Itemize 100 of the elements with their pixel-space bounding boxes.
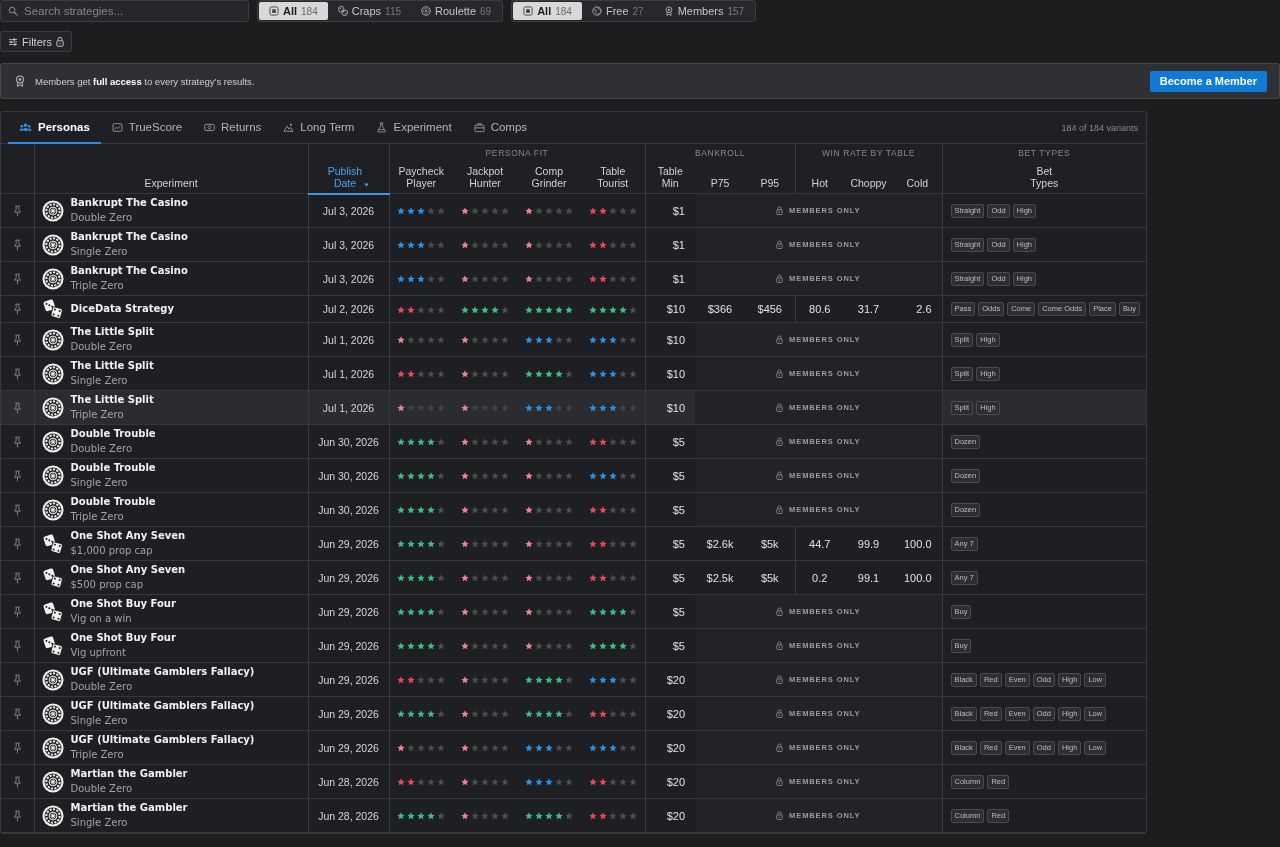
search-field[interactable]: Search strategies... xyxy=(0,0,249,22)
column-header[interactable]: Choppy xyxy=(850,177,887,189)
star-icon xyxy=(565,370,573,379)
star-icon xyxy=(628,275,637,284)
star-icon xyxy=(397,778,406,787)
star-icon xyxy=(417,506,426,515)
tab[interactable]: Comps xyxy=(462,112,539,144)
star-icon xyxy=(618,676,627,685)
star-icon xyxy=(461,438,469,447)
dice-icon xyxy=(41,298,64,320)
filter-segment[interactable]: Roulette 69 xyxy=(411,2,502,20)
star-icon xyxy=(407,812,416,821)
column-header[interactable]: Table Tourist xyxy=(597,165,629,189)
column-header[interactable]: P75 xyxy=(710,177,730,189)
star-icon xyxy=(545,241,553,250)
star-icon xyxy=(407,676,416,685)
star-icon xyxy=(618,608,627,617)
become-member-button[interactable]: Become a Member xyxy=(1149,70,1267,92)
tab[interactable]: TrueScore xyxy=(100,112,194,144)
lock-icon xyxy=(776,403,784,412)
pin-icon[interactable] xyxy=(12,469,22,482)
pin-icon[interactable] xyxy=(12,333,22,346)
filter-segment[interactable]: All 184 xyxy=(259,2,328,20)
roulette-wheel-icon xyxy=(41,396,64,419)
pin-icon[interactable] xyxy=(12,741,22,754)
star-icon xyxy=(555,608,563,617)
pin-icon[interactable] xyxy=(12,272,22,285)
pin-icon[interactable] xyxy=(12,435,22,448)
pin-icon[interactable] xyxy=(12,605,22,618)
star-icon xyxy=(535,710,543,719)
column-header[interactable]: Cold xyxy=(906,177,929,189)
filter-segment[interactable]: Free 27 xyxy=(581,2,654,20)
tab[interactable]: Long Term xyxy=(272,112,366,144)
star-icon xyxy=(407,642,416,651)
pin-icon[interactable] xyxy=(12,503,22,516)
star-icon xyxy=(491,305,499,314)
star-icon xyxy=(407,207,416,216)
star-icon xyxy=(427,305,436,314)
star-icon xyxy=(471,744,479,753)
star-icon xyxy=(407,241,416,250)
pin-icon[interactable] xyxy=(12,571,22,584)
star-icon xyxy=(608,540,617,549)
star-icon xyxy=(545,642,553,651)
star-icon xyxy=(407,336,416,345)
star-icon xyxy=(555,812,563,821)
tab[interactable]: Personas xyxy=(8,112,101,144)
column-header[interactable]: Hot xyxy=(811,177,828,189)
pin-icon[interactable] xyxy=(12,238,22,251)
pin-icon[interactable] xyxy=(12,639,22,652)
star-icon xyxy=(618,744,627,753)
filter-segment[interactable]: Members 157 xyxy=(653,2,755,20)
column-header[interactable]: Paycheck Player xyxy=(398,165,444,189)
star-icon xyxy=(437,676,446,685)
column-header[interactable]: Jackpot Hunter xyxy=(466,165,504,189)
star-icon xyxy=(481,778,489,787)
strategy-variant: Vig on a win xyxy=(70,611,133,626)
pin-icon[interactable] xyxy=(12,707,22,720)
publish-date: Jun 29, 2026 xyxy=(318,571,379,584)
dice-icon xyxy=(41,634,64,657)
star-icon xyxy=(525,438,533,447)
star-icon xyxy=(618,574,627,583)
star-icon xyxy=(461,574,469,583)
p95-value: $5k xyxy=(760,571,779,584)
tab[interactable]: Experiment xyxy=(365,112,463,144)
pin-icon[interactable] xyxy=(12,673,22,686)
p75-value: $366 xyxy=(707,303,733,315)
pin-icon[interactable] xyxy=(12,204,22,217)
star-icon xyxy=(618,305,627,314)
star-icon xyxy=(397,710,406,719)
filter-segment[interactable]: Craps 115 xyxy=(327,2,412,20)
filters-button[interactable]: Filters xyxy=(0,31,72,52)
pin-icon[interactable] xyxy=(12,367,22,380)
column-header[interactable]: Experiment xyxy=(144,177,198,189)
star-icon xyxy=(588,778,597,787)
star-icon xyxy=(555,574,563,583)
cold-win-rate: 100.0 xyxy=(904,571,932,584)
star-icon xyxy=(491,275,499,284)
pin-icon[interactable] xyxy=(12,809,22,822)
tab[interactable]: Returns xyxy=(193,112,273,144)
column-header[interactable]: Table Min xyxy=(657,165,683,189)
star-icon xyxy=(525,574,533,583)
column-header[interactable]: Bet Types xyxy=(1030,165,1059,189)
publish-date: Jun 29, 2026 xyxy=(318,537,379,550)
pin-icon[interactable] xyxy=(12,537,22,550)
star-icon xyxy=(555,241,563,250)
star-icon xyxy=(545,275,553,284)
column-header[interactable]: Publish Date xyxy=(327,164,370,189)
strategy-variant: Single Zero xyxy=(70,713,129,728)
filter-segment[interactable]: All 184 xyxy=(513,2,582,20)
pin-icon[interactable] xyxy=(12,775,22,788)
star-icon xyxy=(427,608,436,617)
dice-icon xyxy=(337,6,348,16)
table-min-value: $10 xyxy=(666,401,685,414)
strategy-variant: Vig upfront xyxy=(70,645,127,660)
column-header[interactable]: Comp Grinder xyxy=(531,165,567,189)
pin-icon[interactable] xyxy=(12,303,22,315)
star-icon xyxy=(565,305,573,314)
pin-icon[interactable] xyxy=(12,401,22,414)
column-header[interactable]: P95 xyxy=(760,177,780,189)
star-icon xyxy=(588,642,597,651)
